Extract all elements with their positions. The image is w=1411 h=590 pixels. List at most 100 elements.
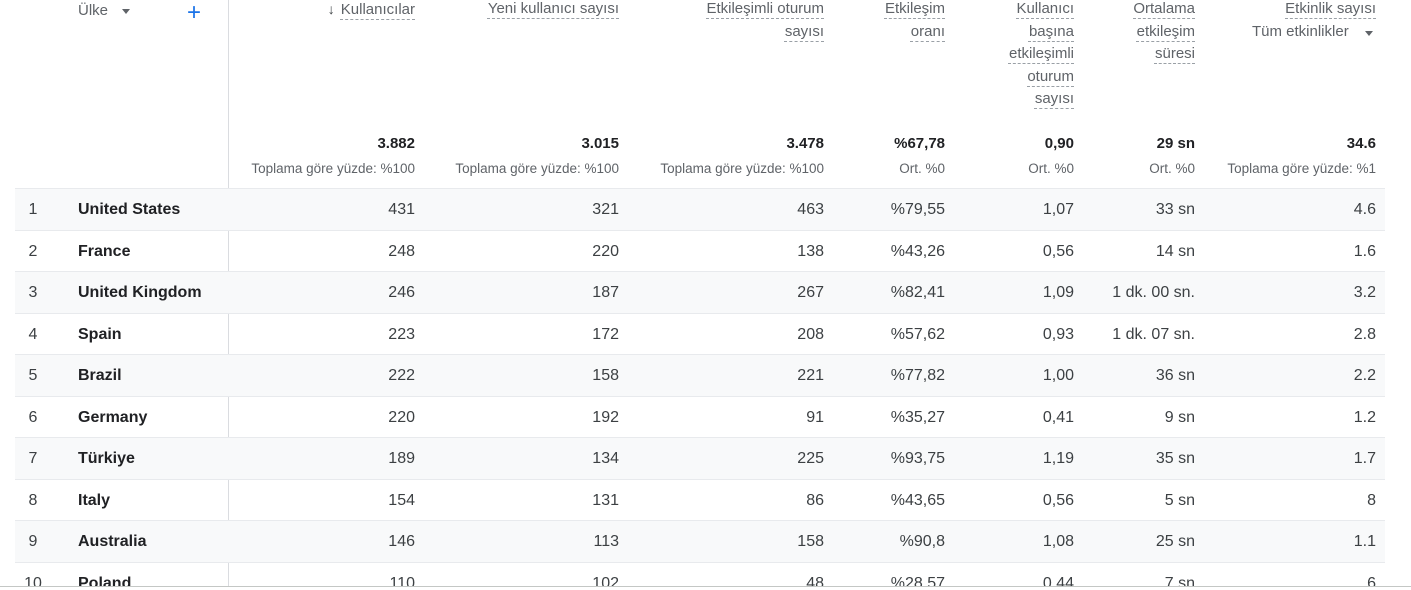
dimension-selector[interactable]: Ülke [78,2,131,19]
cell-avg-engagement-time: 1 dk. 00 sn. [1112,284,1195,301]
cell-avg-engagement-time: 7 sn [1164,574,1195,588]
country-name[interactable]: France [78,231,130,272]
column-header-avg-engagement-time[interactable]: Ortalama etkileşim süresi [1075,0,1195,66]
cell-avg-engagement-time: 25 sn [1155,533,1195,550]
cell-new-users: 172 [592,325,619,343]
cell-event-count: 8 [1367,491,1376,509]
cell-engaged-per-user: 1,09 [1042,284,1074,301]
cell-engagement-rate: %43,65 [890,491,945,509]
column-total-percent: Toplama göre yüzde: %100 [455,161,619,176]
cell-avg-engagement-time: 1 dk. 07 sn. [1112,325,1195,343]
column-header-engaged-per-user[interactable]: Kullanıcı başına etkileşimli oturum sayısı [954,0,1074,111]
column-total: 3.882 [377,135,415,152]
chevron-down-icon [122,9,131,14]
column-header-label: oturum [1027,67,1074,85]
row-index: 8 [28,491,38,509]
column-header-label: sayısı [1034,90,1074,107]
row-index: 4 [28,325,38,343]
cell-engagement-rate: %79,55 [890,201,945,218]
row-index: 9 [28,533,38,550]
row-index: 3 [28,284,38,301]
cell-engaged-sessions: 48 [806,574,824,588]
table-row[interactable]: 4 Spain 223 172 208 %57,62 0,93 1 dk. 07 sn. 2.8 [15,314,1385,355]
cell-avg-engagement-time: 9 sn [1164,408,1195,426]
cell-event-count: 1.7 [1353,450,1376,467]
cell-event-count: 1.6 [1353,242,1376,260]
country-name[interactable]: Brazil [78,355,122,396]
cell-engaged-sessions: 221 [797,367,824,384]
cell-users: 431 [388,201,415,218]
country-name[interactable]: Italy [78,480,110,521]
table-row[interactable]: 10 Poland 110 102 48 %28,57 0,44 7 sn 6 [15,563,1385,588]
column-total: 3.015 [581,135,619,152]
country-name[interactable]: United States [78,189,180,230]
report-table: Ülke + ↓ Kullanıcılar 3.882 Toplama göre yü… [15,0,1385,587]
cell-event-count: 2.2 [1353,367,1376,384]
column-header-label: Etkinlik sayısı [1285,0,1376,17]
column-total: %67,78 [894,135,945,152]
cell-engagement-rate: %90,8 [899,533,945,550]
country-name[interactable]: Poland [78,563,131,588]
cell-engaged-sessions: 463 [797,201,824,218]
cell-engaged-per-user: 1,00 [1042,367,1074,384]
column-total-percent: Toplama göre yüzde: %1 [1227,161,1376,176]
country-name[interactable]: Spain [78,314,122,355]
cell-users: 146 [388,533,415,550]
cell-avg-engagement-time: 14 sn [1155,242,1195,260]
country-name[interactable]: United Kingdom [78,272,202,313]
column-header-label: oranı [910,22,945,40]
table-row[interactable]: 1 United States 431 321 463 %79,55 1,07 33 sn 4.… [15,189,1385,230]
cell-event-count: 3.2 [1353,284,1376,301]
column-header-label: süresi [1154,45,1195,62]
column-header-label: Kullanıcılar [340,1,415,18]
column-header-new-users[interactable]: Yeni kullanıcı sayısı [415,0,619,21]
cell-new-users: 187 [592,284,619,301]
table-row[interactable]: 5 Brazil 222 158 221 %77,82 1,00 36 sn 2.2 [15,355,1385,396]
column-header-engagement-rate[interactable]: Etkileşim oranı [825,0,945,43]
cell-engaged-sessions: 158 [797,533,824,550]
event-filter-label: Tüm etkinlikler [1252,23,1349,40]
cell-users: 246 [388,284,415,301]
add-dimension-button[interactable]: + [187,0,201,26]
column-header-label: sayısı [784,22,824,40]
cell-engagement-rate: %28,57 [890,574,945,588]
table-row[interactable]: 2 France 248 220 138 %43,26 0,56 14 sn 1.6 [15,231,1385,272]
cell-engaged-per-user: 0,56 [1042,242,1074,260]
column-header-event-count[interactable]: Etkinlik sayısı [1206,0,1376,21]
sort-desc-icon[interactable]: ↓ [328,0,335,21]
cell-avg-engagement-time: 36 sn [1155,367,1195,384]
country-name[interactable]: Türkiye [78,438,135,479]
column-header-engaged-sessions[interactable]: Etkileşimli oturum sayısı [624,0,824,43]
cell-engaged-sessions: 86 [806,491,824,509]
cell-engaged-per-user: 0,56 [1042,491,1074,509]
table-row[interactable]: 7 Türkiye 189 134 225 %93,75 1,19 35 sn 1.7 [15,438,1385,479]
row-index: 2 [28,242,38,260]
row-index: 6 [28,408,38,426]
cell-event-count: 6 [1367,574,1376,588]
cell-engaged-per-user: 1,08 [1042,533,1074,550]
cell-engaged-sessions: 138 [797,242,824,260]
table-row[interactable]: 3 United Kingdom 246 187 267 %82,41 1,09 1 dk. … [15,272,1385,313]
cell-users: 110 [389,574,415,588]
row-index: 1 [28,201,38,218]
event-filter-select[interactable]: Tüm etkinlikler [1252,23,1373,40]
cell-users: 222 [388,367,415,384]
bottom-border [0,586,1411,587]
cell-engagement-rate: %77,82 [890,367,945,384]
column-header-label: Kullanıcı [1016,0,1074,17]
column-header-users[interactable]: ↓ Kullanıcılar [245,0,415,22]
row-index: 7 [28,450,38,467]
cell-users: 220 [388,408,415,426]
cell-event-count: 2.8 [1353,325,1376,343]
cell-engaged-per-user: 0,41 [1042,408,1074,426]
table-row[interactable]: 6 Germany 220 192 91 %35,27 0,41 9 sn 1.2 [15,397,1385,438]
table-row[interactable]: 8 Italy 154 131 86 %43,65 0,56 5 sn 8 [15,480,1385,521]
cell-new-users: 113 [593,533,619,550]
cell-avg-engagement-time: 35 sn [1155,450,1195,467]
cell-users: 223 [388,325,415,343]
country-name[interactable]: Australia [78,521,146,562]
cell-users: 189 [388,450,415,467]
cell-engagement-rate: %93,75 [890,450,945,467]
country-name[interactable]: Germany [78,397,147,438]
table-row[interactable]: 9 Australia 146 113 158 %90,8 1,08 25 sn 1.1 [15,521,1385,562]
